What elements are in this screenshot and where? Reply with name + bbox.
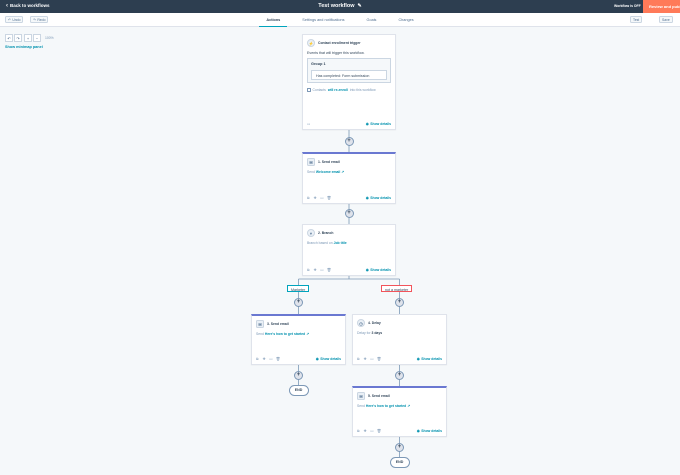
trigger-group: Group 1 Has completed: Form submission [307,58,391,83]
copy-icon[interactable]: ⧉ [307,196,312,200]
end-node: END [389,457,410,468]
trigger-title: Contact enrollment trigger [318,41,361,45]
trash-icon[interactable]: 🗑 [377,357,382,361]
add-action-button[interactable]: + [294,298,303,307]
action-title: 4. Delay [368,321,381,325]
show-details-link[interactable]: ◉ Show details [366,196,391,200]
email-icon: ✉ [307,158,315,166]
eye-icon: ◉ [365,195,369,200]
group-title: Group 1 [311,62,326,66]
copy-icon[interactable]: ⧉ [357,357,362,361]
show-details-link[interactable]: ◉ Show details [366,122,391,126]
show-details-link[interactable]: ◉ Show details [417,357,442,361]
delay-value: 3 days [371,331,383,335]
trigger-subtitle: Events that will trigger this workflow. [307,51,365,55]
checkbox-icon [307,88,311,92]
add-action-button[interactable]: + [344,137,354,146]
move-icon[interactable]: ✥ [314,268,319,272]
trigger-icon: ⚡ [307,39,315,47]
re-enroll-link[interactable]: will re-enroll [328,88,348,92]
add-action-button[interactable]: + [395,298,404,307]
action-body: Branch based on Job title [307,241,347,245]
branch-label-marketer[interactable]: Marketer [287,285,310,292]
branch-label-not-marketer[interactable]: not a marketer [381,285,413,292]
trash-icon[interactable]: 🗑 [327,268,332,272]
action-title: 2. Branch [318,231,334,235]
clone-icon[interactable]: ▭ [320,268,325,272]
eye-icon: ◉ [315,356,319,361]
eye-icon: ◉ [416,356,420,361]
action-title: 3. Send email [267,322,289,326]
action-body: Delay for 3 days [357,331,383,335]
action-title: 5. Send email [368,394,390,398]
eye-icon: ◉ [365,267,369,272]
clipboard-icon[interactable]: ▭ [307,122,312,126]
action-title: 1. Send email [318,160,340,164]
action-card-branch[interactable]: ⑂ 2. Branch Branch based on Job title ⧉ … [302,224,396,276]
show-details-link[interactable]: ◉ Show details [366,268,391,272]
external-link-icon[interactable]: ↗ [341,170,344,174]
trash-icon[interactable]: 🗑 [276,357,281,361]
email-link[interactable]: Here's how to get started [265,332,305,336]
clone-icon[interactable]: ▭ [370,429,375,433]
add-action-button[interactable]: + [344,209,354,218]
email-link[interactable]: Here's how to get started [366,404,406,408]
add-action-button[interactable]: + [395,371,404,380]
email-icon: ✉ [357,392,365,400]
branch-icon: ⑂ [307,229,315,237]
trash-icon[interactable]: 🗑 [377,429,382,433]
copy-icon[interactable]: ⧉ [307,268,312,272]
action-card-send-email[interactable]: ✉ 1. Send email Send Welcome email ↗ ⧉ ✥… [302,152,396,204]
clone-icon[interactable]: ▭ [370,357,375,361]
move-icon[interactable]: ✥ [263,357,268,361]
email-link[interactable]: Welcome email [316,170,340,174]
external-link-icon[interactable]: ↗ [407,404,410,408]
copy-icon[interactable]: ⧉ [357,429,362,433]
move-icon[interactable]: ✥ [314,196,319,200]
add-action-button[interactable]: + [294,371,303,380]
action-card-send-email[interactable]: ✉ 5. Send email Send Here's how to get s… [352,386,447,437]
trash-icon[interactable]: 🗑 [327,196,332,200]
move-icon[interactable]: ✥ [364,429,369,433]
trigger-filter[interactable]: Has completed: Form submission [311,70,387,80]
move-icon[interactable]: ✥ [364,357,369,361]
action-card-send-email[interactable]: ✉ 3. Send email Send Here's how to get s… [251,314,346,365]
enrollment-trigger-card[interactable]: ⚡ Contact enrollment trigger Events that… [302,34,396,130]
clone-icon[interactable]: ▭ [320,196,325,200]
clock-icon: ◷ [357,319,365,327]
add-action-button[interactable]: + [395,443,404,452]
external-link-icon[interactable]: ↗ [306,332,309,336]
action-body: Send Here's how to get started ↗ [256,332,310,336]
copy-icon[interactable]: ⧉ [256,357,261,361]
email-icon: ✉ [256,320,264,328]
eye-icon: ◉ [416,428,420,433]
clone-icon[interactable]: ▭ [269,357,274,361]
end-node: END [288,385,309,396]
show-details-link[interactable]: ◉ Show details [316,357,341,361]
action-body: Send Welcome email ↗ [307,170,345,174]
show-details-link[interactable]: ◉ Show details [417,429,442,433]
eye-icon: ◉ [365,121,369,126]
action-body: Send Here's how to get started ↗ [357,404,411,408]
action-card-delay[interactable]: ◷ 4. Delay Delay for 3 days ⧉ ✥ ▭ 🗑 ◉ Sho… [352,314,447,365]
re-enroll-setting: Contacts will re-enroll into this workfl… [303,83,395,92]
property-link[interactable]: Job title [334,241,347,245]
